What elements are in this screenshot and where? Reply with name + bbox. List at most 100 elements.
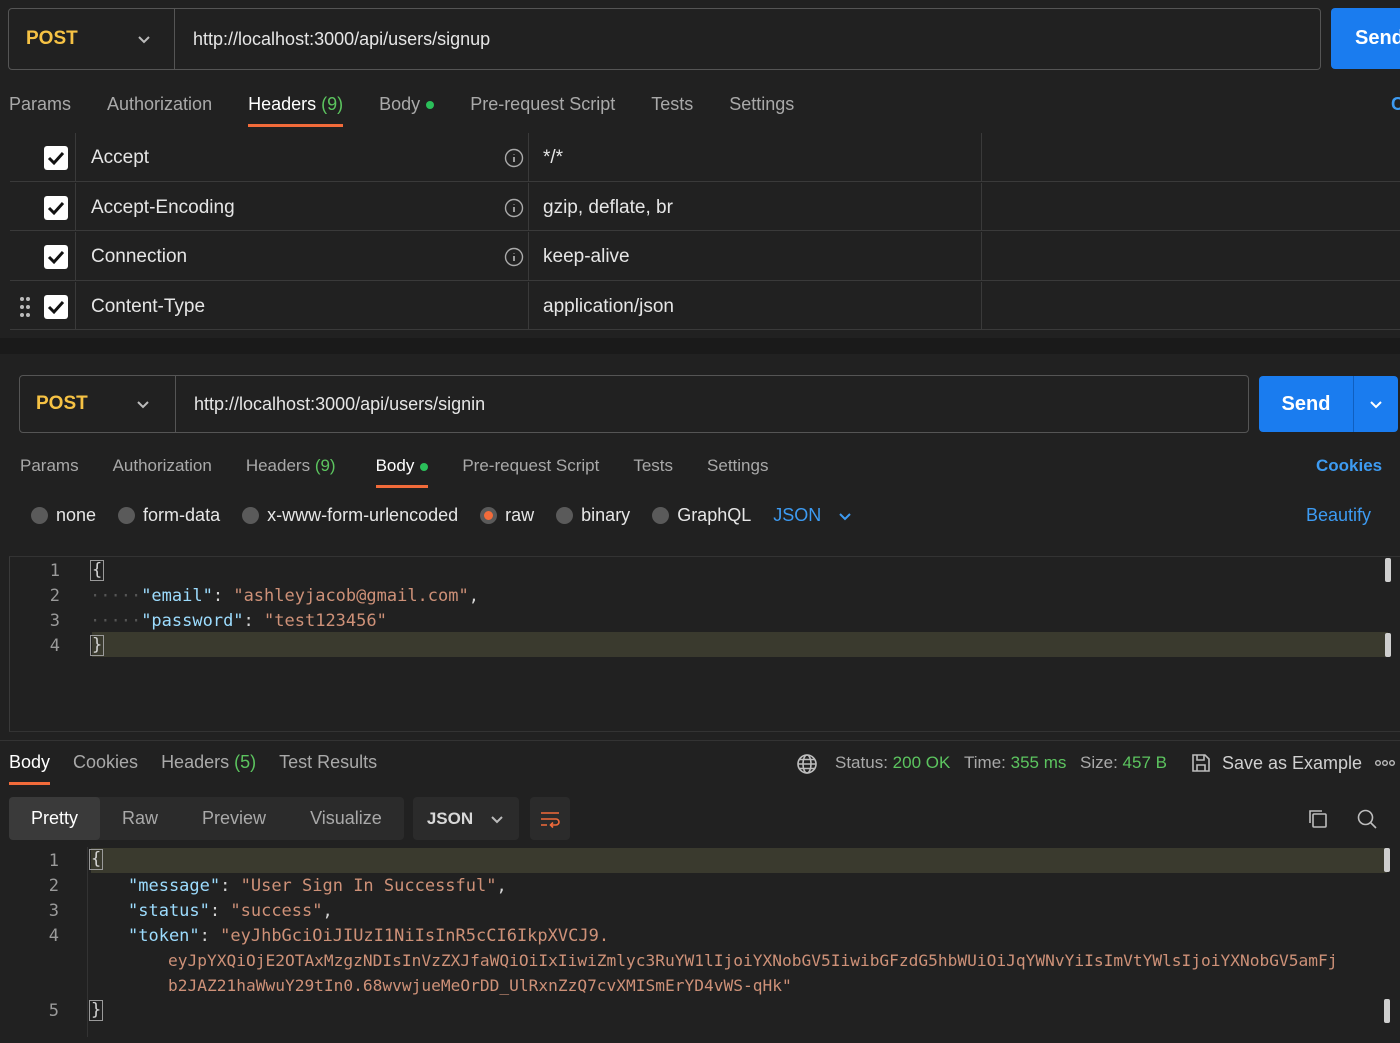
globe-icon[interactable] — [796, 753, 818, 775]
header-enabled-checkbox[interactable] — [44, 245, 68, 269]
send-options-button[interactable] — [1353, 376, 1398, 432]
response-status: Status: 200 OK — [835, 753, 950, 773]
signin-method-select[interactable]: POST — [20, 376, 176, 432]
signup-send-button[interactable]: Send — [1331, 8, 1400, 69]
header-enabled-checkbox[interactable] — [44, 146, 68, 170]
response-tab-test-results[interactable]: Test Results — [279, 752, 377, 783]
request-body-editor[interactable]: 1 2 3 4 { ·····"email": "ashleyjacob@gma… — [9, 556, 1400, 732]
body-format-select[interactable]: JSON — [773, 505, 853, 526]
response-body-viewer[interactable]: 1 2 3 4 5 { "message": "User Sign In Suc… — [9, 847, 1400, 1043]
json-punct: , — [468, 586, 479, 606]
radio-graphql[interactable]: GraphQL — [652, 505, 751, 526]
response-tab-cookies[interactable]: Cookies — [73, 752, 138, 783]
save-label: Save as Example — [1222, 752, 1363, 773]
cookies-link[interactable]: Cookies — [1316, 456, 1382, 476]
editor-scrollbar-cursor[interactable] — [1385, 633, 1391, 657]
response-tab-headers[interactable]: Headers (5) — [161, 752, 256, 783]
signin-send-button[interactable]: Send — [1259, 376, 1398, 432]
beautify-button[interactable]: Beautify — [1306, 505, 1371, 526]
tab-settings[interactable]: Settings — [729, 94, 794, 125]
body-indicator-dot — [426, 101, 435, 110]
code-line: } — [89, 1000, 104, 1021]
view-mode-pretty[interactable]: Pretty — [9, 797, 101, 840]
json-string: "test123456" — [264, 611, 387, 631]
signin-url-input[interactable]: http://localhost:3000/api/users/signin — [176, 394, 485, 415]
header-value: */* — [543, 147, 564, 168]
response-format-label: JSON — [426, 808, 474, 828]
radio-form-data[interactable]: form-data — [118, 505, 220, 526]
json-punct: : — [243, 611, 265, 631]
chevron-down-icon — [491, 815, 503, 823]
response-tab-label: Cookies — [73, 752, 139, 772]
viewer-scrollbar[interactable] — [1384, 999, 1390, 1023]
tab-headers[interactable]: Headers (9) — [246, 456, 336, 486]
response-tab-label: Headers — [161, 752, 230, 772]
tab-authorization[interactable]: Authorization — [113, 456, 212, 486]
tab-headers[interactable]: Headers (9) — [248, 94, 344, 127]
response-format-select[interactable]: JSON — [413, 797, 519, 840]
search-icon[interactable] — [1356, 808, 1378, 830]
signin-url-bar: POST http://localhost:3000/api/users/sig… — [19, 375, 1249, 433]
radio-none[interactable]: none — [31, 505, 96, 526]
drag-handle-icon[interactable] — [19, 296, 31, 318]
info-icon[interactable] — [504, 247, 524, 267]
header-key: Content-Type — [91, 295, 206, 317]
wrap-lines-icon — [541, 811, 560, 828]
code-line: { — [89, 849, 104, 870]
body-mode-radios: none form-data x-www-form-urlencoded raw… — [31, 505, 853, 526]
tab-tests[interactable]: Tests — [651, 94, 693, 125]
tab-body[interactable]: Body — [375, 456, 429, 488]
time-label: Time: — [964, 753, 1006, 772]
signup-method-select[interactable]: POST — [9, 9, 175, 69]
status-value[interactable]: 200 OK — [893, 753, 951, 772]
json-punct: : — [212, 586, 234, 606]
editor-scrollbar[interactable] — [1385, 558, 1391, 582]
tab-params[interactable]: Params — [20, 456, 79, 486]
code-line: "status": "success", — [128, 901, 333, 921]
tab-pre-request-label: Pre-request Script — [470, 94, 616, 114]
json-string: eyJpYXQiOjE2OTAxMzgzNDIsInVzZXJfaWQiOiIx… — [168, 951, 1338, 970]
json-string: "User Sign In Successful" — [240, 876, 497, 896]
radio-raw[interactable]: raw — [480, 505, 534, 526]
view-mode-visualize[interactable]: Visualize — [288, 797, 404, 840]
cookies-link-cut[interactable]: C — [1391, 94, 1400, 115]
radio-circle — [652, 507, 670, 524]
tab-pre-request-script[interactable]: Pre-request Script — [470, 94, 615, 125]
response-tab-body[interactable]: Body — [9, 752, 51, 785]
line-number: 2 — [48, 876, 59, 896]
line-number: 3 — [48, 901, 59, 921]
time-value[interactable]: 355 ms — [1011, 753, 1067, 772]
header-enabled-checkbox[interactable] — [44, 195, 68, 220]
more-options-icon[interactable] — [1374, 758, 1396, 768]
headers-table: Accept */* Accept-Encoding gzip, deflate… — [10, 132, 1400, 330]
header-enabled-checkbox[interactable] — [44, 294, 68, 319]
view-mode-raw[interactable]: Raw — [100, 797, 180, 840]
info-icon[interactable] — [504, 148, 524, 168]
tab-params[interactable]: Params — [9, 94, 71, 125]
size-value[interactable]: 457 B — [1123, 753, 1167, 772]
viewer-scrollbar-cursor[interactable] — [1384, 848, 1390, 872]
tab-authorization[interactable]: Authorization — [107, 94, 212, 125]
view-mode-preview[interactable]: Preview — [180, 797, 288, 840]
header-row: Content-Type application/json — [10, 281, 1400, 330]
tab-pre-request-script[interactable]: Pre-request Script — [462, 456, 599, 486]
save-as-example-button[interactable]: Save as Example — [1190, 752, 1362, 774]
wrap-lines-button[interactable] — [530, 797, 570, 840]
json-key: "email" — [141, 586, 213, 606]
copy-icon[interactable] — [1307, 808, 1329, 830]
tab-settings[interactable]: Settings — [707, 456, 768, 486]
tab-authorization-label: Authorization — [112, 456, 212, 475]
json-punct: : — [199, 926, 221, 946]
radio-x-www-form-urlencoded[interactable]: x-www-form-urlencoded — [242, 505, 458, 526]
line-number: 4 — [48, 926, 59, 946]
info-icon[interactable] — [504, 198, 524, 218]
signin-method-label: POST — [36, 393, 88, 414]
save-icon — [1192, 754, 1210, 772]
radio-binary[interactable]: binary — [556, 505, 630, 526]
tab-tests[interactable]: Tests — [633, 456, 673, 486]
size-label: Size: — [1080, 753, 1118, 772]
headers-count: (9) — [321, 94, 344, 114]
header-value: keep-alive — [543, 246, 630, 267]
tab-body[interactable]: Body — [379, 94, 435, 125]
signup-url-input[interactable]: http://localhost:3000/api/users/signup — [175, 29, 490, 50]
